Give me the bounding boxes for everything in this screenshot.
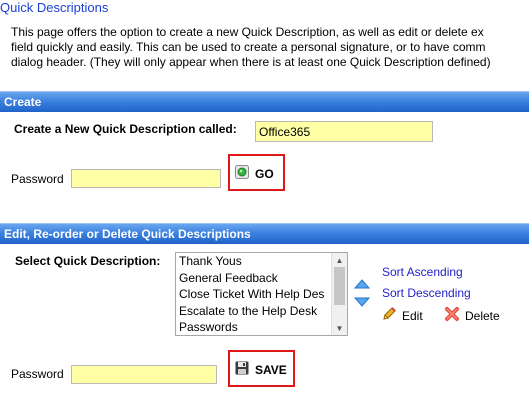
list-item[interactable]: Close Ticket With Help Des [176, 286, 333, 303]
delete-label: Delete [465, 308, 500, 323]
delete-x-icon [444, 306, 460, 325]
quick-description-listbox[interactable]: Thank Yous General Feedback Close Ticket… [175, 252, 348, 336]
edit-section-header: Edit, Re-order or Delete Quick Descripti… [0, 223, 529, 244]
save-button-highlight: SAVE [228, 350, 295, 387]
sort-ascending-link[interactable]: Sort Ascending [382, 265, 463, 279]
go-button[interactable]: GO [235, 165, 274, 182]
edit-button[interactable]: Edit [381, 306, 423, 325]
description-line: This page offers the option to create a … [11, 25, 484, 39]
select-description-label: Select Quick Description: [15, 254, 161, 268]
page-title: Quick Descriptions [0, 0, 109, 15]
create-name-label: Create a New Quick Description called: [14, 122, 237, 136]
listbox-scrollbar[interactable]: ▲ ▼ [331, 253, 347, 335]
quick-description-name-input[interactable] [255, 121, 433, 142]
scroll-up-icon[interactable]: ▲ [332, 253, 347, 267]
create-section-header: Create [0, 91, 529, 112]
scroll-down-icon[interactable]: ▼ [332, 321, 347, 335]
go-icon [235, 165, 249, 182]
go-label: GO [255, 166, 274, 181]
edit-password-label: Password [11, 367, 64, 381]
go-button-highlight: GO [228, 154, 285, 191]
move-down-icon[interactable] [353, 296, 371, 310]
save-button[interactable]: SAVE [235, 361, 287, 378]
list-item[interactable]: General Feedback [176, 270, 333, 287]
list-item[interactable]: Escalate to the Help Desk [176, 303, 333, 320]
description-line: dialog header. (They will only appear wh… [11, 55, 491, 69]
list-item[interactable]: Passwords [176, 319, 333, 335]
delete-button[interactable]: Delete [444, 306, 500, 325]
move-up-icon[interactable] [353, 278, 371, 292]
edit-password-input[interactable] [71, 365, 217, 384]
pencil-icon [381, 306, 397, 325]
create-password-label: Password [11, 172, 64, 186]
save-label: SAVE [255, 362, 287, 377]
description-line: field quickly and easily. This can be us… [11, 40, 486, 54]
list-item[interactable]: Thank Yous [176, 253, 333, 270]
sort-descending-link[interactable]: Sort Descending [382, 286, 471, 300]
page-description: This page offers the option to create a … [11, 25, 529, 70]
edit-label: Edit [402, 308, 423, 323]
scroll-thumb[interactable] [334, 267, 345, 305]
create-password-input[interactable] [71, 169, 221, 188]
floppy-disk-icon [235, 361, 249, 378]
